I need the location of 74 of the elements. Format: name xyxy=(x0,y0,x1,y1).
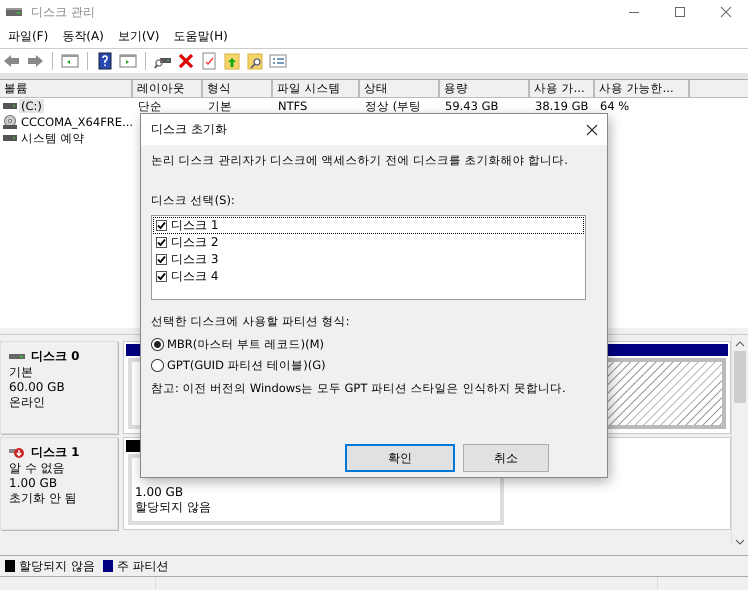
partition-info: 1.00 GB xyxy=(135,485,184,500)
scroll-up-icon[interactable] xyxy=(735,341,745,347)
table-cell-text: 단순 xyxy=(137,98,163,114)
menu-item[interactable]: 도움말(H) xyxy=(173,28,228,44)
column-header[interactable]: 용량 xyxy=(440,80,530,98)
list-icon[interactable] xyxy=(269,52,287,70)
disk-name: 디스크 1 xyxy=(31,444,80,461)
drive-icon xyxy=(3,102,17,110)
table-cell-text: NTFS xyxy=(277,99,308,113)
table-cell-text: 38.19 GB xyxy=(534,99,590,113)
volume-name[interactable]: 시스템 예약 xyxy=(19,130,87,146)
column-header[interactable]: 파일 시스템 xyxy=(273,80,360,98)
disk-list[interactable]: 디스크 1 디스크 2 디스크 3 디스크 4 xyxy=(151,215,586,300)
column-header[interactable]: 레이아웃 xyxy=(133,80,203,98)
disk-info: 60.00 GB xyxy=(9,380,66,395)
forward-arrow-icon[interactable] xyxy=(26,52,44,70)
legend-label: 주 파티션 xyxy=(116,558,169,574)
folder-up-icon[interactable] xyxy=(223,52,241,70)
scroll-thumb[interactable] xyxy=(734,351,746,403)
table-cell-text: 59.43 GB xyxy=(444,99,500,113)
disk-name: 디스크 0 xyxy=(31,348,80,365)
delete-icon[interactable] xyxy=(177,52,195,70)
ok-button[interactable]: 확인 xyxy=(345,444,455,472)
table-cell-text: 64 % xyxy=(599,99,630,113)
table-cell-text: 정상 (부팅 xyxy=(364,98,422,114)
table-cell-text: 기본 xyxy=(207,98,233,114)
drive-icon xyxy=(3,134,17,142)
disk-list-item[interactable]: 디스크 1 xyxy=(153,217,584,234)
scroll-down-icon[interactable] xyxy=(735,539,745,545)
dialog-message: 논리 디스크 관리자가 디스크에 액세스하기 전에 디스크를 초기화해야 합니다. xyxy=(151,153,569,168)
radio-option[interactable]: MBR(마스터 부트 레코드)(M) xyxy=(151,337,597,352)
note-text: 참고: 이전 버전의 Windows는 모두 GPT 파티션 스타일은 인식하지 못합니다. xyxy=(151,381,567,396)
radio-option[interactable]: GPT(GUID 파티션 테이블)(G) xyxy=(151,358,597,373)
checkbox[interactable] xyxy=(156,271,167,282)
checkbox[interactable] xyxy=(156,220,167,231)
dialog-title: 디스크 초기화 xyxy=(151,121,227,138)
disk-list-label: 디스크 선택(S): xyxy=(151,193,236,208)
partition-info: 할당되지 않음 xyxy=(135,500,212,515)
folder-search-icon[interactable] xyxy=(246,52,264,70)
back-arrow-icon[interactable] xyxy=(3,52,21,70)
disk-list-item[interactable]: 디스크 3 xyxy=(153,251,584,268)
window-title: 디스크 관리 xyxy=(31,4,95,20)
disk-info: 온라인 xyxy=(9,395,46,410)
column-header[interactable]: 사용 가... xyxy=(530,80,595,98)
partition-style-label: 선택한 디스크에 사용할 파티션 형식: xyxy=(151,314,350,329)
action-pane-icon[interactable] xyxy=(119,52,137,70)
disk-info: 기본 xyxy=(9,365,34,380)
column-header xyxy=(690,80,748,98)
disk-management-icon xyxy=(5,5,23,19)
cancel-button[interactable]: 취소 xyxy=(463,444,549,472)
volume-name[interactable]: (C:) xyxy=(19,99,44,113)
column-header[interactable]: 형식 xyxy=(203,80,273,98)
menu-item[interactable]: 동작(A) xyxy=(62,28,104,44)
disk-list-item[interactable]: 디스크 4 xyxy=(153,268,584,285)
column-header[interactable]: 상태 xyxy=(360,80,440,98)
volume-name[interactable]: CCCOMA_X64FRE... xyxy=(19,115,133,129)
scrollbar[interactable] xyxy=(731,335,748,545)
disk-info: 초기화 안 됨 xyxy=(9,491,78,506)
disc-drive-icon xyxy=(3,115,17,129)
disk-list-item[interactable]: 디스크 2 xyxy=(153,234,584,251)
help-icon[interactable] xyxy=(96,52,114,70)
column-header[interactable]: 볼륨 xyxy=(0,80,133,98)
checklist-icon[interactable] xyxy=(200,52,218,70)
disk-info: 1.00 GB xyxy=(9,476,58,491)
maximize-icon[interactable] xyxy=(674,6,686,18)
console-tree-icon[interactable] xyxy=(61,52,79,70)
menu-item[interactable]: 보기(V) xyxy=(118,28,160,44)
checkbox[interactable] xyxy=(156,237,167,248)
close-icon[interactable] xyxy=(586,124,598,136)
column-header[interactable]: 사용 가능한... xyxy=(595,80,690,98)
disk-info: 알 수 없음 xyxy=(9,461,66,476)
checkbox[interactable] xyxy=(156,254,167,265)
menu-item[interactable]: 파일(F) xyxy=(8,28,48,44)
legend-label: 할당되지 않음 xyxy=(19,558,95,574)
